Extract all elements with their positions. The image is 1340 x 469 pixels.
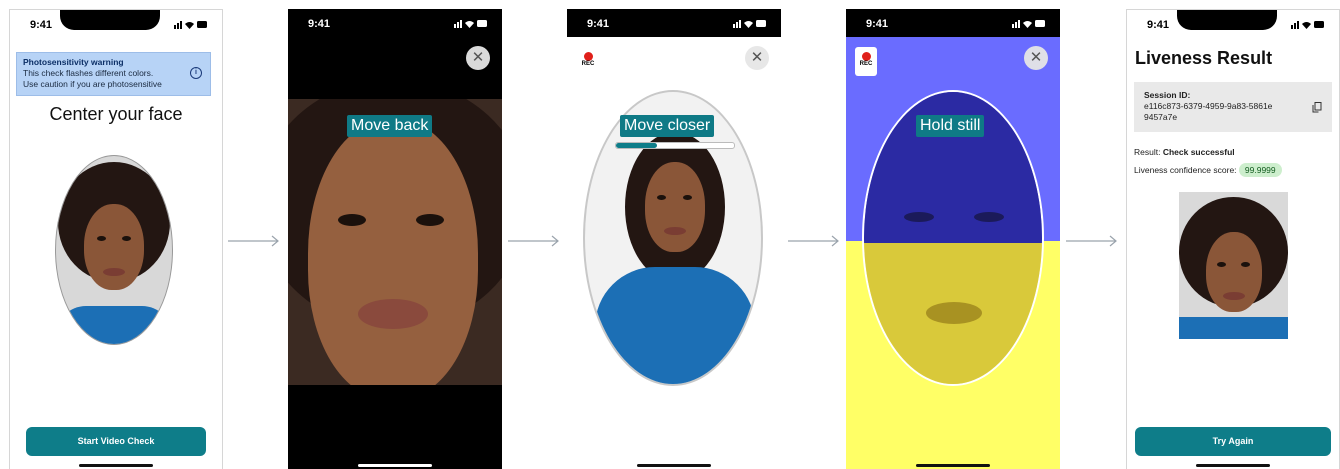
status-time: 9:41: [308, 18, 331, 30]
result-value: Check successful: [1162, 147, 1235, 157]
info-icon[interactable]: i: [190, 67, 202, 79]
rec-label: REC: [859, 61, 873, 67]
lips: [926, 302, 982, 324]
close-icon: ✕: [1029, 49, 1043, 66]
status-icons: [174, 21, 207, 29]
close-icon: ✕: [750, 49, 764, 66]
flow-arrow-icon: [788, 235, 839, 247]
result-label: Result:: [1134, 147, 1163, 157]
screen-hold-still: 9:41 REC ✕ Hold still: [846, 9, 1060, 469]
status-icons: [1012, 20, 1045, 28]
lips: [664, 227, 686, 235]
face: [308, 119, 478, 385]
page-heading: Center your face: [49, 104, 183, 124]
eye: [904, 212, 934, 222]
status-bar: 9:41: [288, 9, 502, 37]
warning-line: This check flashes different colors.: [23, 68, 154, 78]
notch: [60, 10, 160, 30]
score-row: Liveness confidence score: 99.9999: [1134, 163, 1282, 177]
photosensitivity-warning: Photosensitivity warning This check flas…: [16, 52, 211, 96]
eye: [1217, 262, 1226, 267]
eye: [683, 195, 692, 200]
close-button[interactable]: ✕: [466, 46, 490, 70]
face: [1206, 232, 1262, 312]
status-icons: [454, 20, 487, 28]
session-label: Session ID:: [1144, 90, 1191, 100]
status-time: 9:41: [1147, 19, 1170, 31]
recording-indicator: REC: [855, 47, 877, 76]
close-icon: ✕: [471, 49, 485, 66]
record-dot-icon: [861, 52, 871, 61]
lips: [1223, 292, 1245, 300]
flow-arrow-icon: [508, 235, 559, 247]
recording-indicator: REC: [581, 52, 595, 67]
flow-arrow-icon: [228, 235, 279, 247]
face: [84, 204, 144, 290]
score-badge: 99.9999: [1238, 163, 1282, 177]
lips: [103, 268, 125, 276]
eye: [657, 195, 666, 200]
home-indicator: [358, 464, 432, 467]
screen-move-closer: 9:41 REC ✕ Move closer: [567, 9, 781, 469]
close-button[interactable]: ✕: [1024, 46, 1048, 70]
try-again-button[interactable]: Try Again: [1135, 427, 1331, 456]
home-indicator: [1196, 464, 1270, 467]
screen-liveness-result: 9:41 Liveness Result Session ID: e116c87…: [1126, 9, 1340, 469]
flow-arrow-icon: [1066, 235, 1117, 247]
status-time: 9:41: [30, 19, 53, 31]
notch: [1177, 10, 1277, 30]
screen-center-face: 9:41 Photosensitivity warning This check…: [9, 9, 223, 469]
status-time: 9:41: [866, 18, 889, 30]
status-bar: 9:41: [1127, 10, 1339, 38]
camera-preview: [288, 99, 502, 385]
session-id: 9457a7e: [1144, 112, 1178, 122]
session-box: Session ID: e116c873-6379-4959-9a83-5861…: [1134, 82, 1332, 132]
start-video-check-button[interactable]: Start Video Check: [26, 427, 206, 456]
guidance-hint: Move closer: [620, 115, 715, 137]
warning-title: Photosensitivity warning: [23, 57, 124, 67]
warning-line: Use caution if you are photosensitive: [23, 79, 162, 89]
rec-label: REC: [581, 61, 595, 67]
score-label: Liveness confidence score:: [1134, 165, 1239, 175]
eye: [1241, 262, 1250, 267]
face-oval: [55, 155, 173, 345]
result-photo: [1179, 192, 1288, 339]
home-indicator: [637, 464, 711, 467]
eye: [122, 236, 131, 241]
progress-track: [615, 142, 735, 149]
status-time: 9:41: [587, 18, 610, 30]
page-title: Liveness Result: [1135, 48, 1273, 68]
shirt: [1179, 317, 1288, 339]
face: [645, 162, 705, 252]
status-icons: [1291, 21, 1324, 29]
eye: [338, 214, 366, 226]
result-row: Result: Check successful: [1134, 147, 1235, 157]
screen-move-back: 9:41 ✕ Move back: [288, 9, 502, 469]
guidance-hint: Hold still: [916, 115, 985, 137]
progress-fill: [616, 143, 658, 148]
session-id: e116c873-6379-4959-9a83-5861e: [1144, 101, 1273, 111]
eye: [974, 212, 1004, 222]
copy-icon[interactable]: [1312, 102, 1322, 113]
home-indicator: [79, 464, 153, 467]
shirt: [595, 267, 755, 384]
shirt: [56, 306, 172, 344]
lips: [358, 299, 428, 329]
eye: [97, 236, 106, 241]
status-bar: 9:41: [846, 9, 1060, 37]
status-icons: [733, 20, 766, 28]
status-bar: 9:41: [567, 9, 781, 37]
status-bar: 9:41: [10, 10, 222, 38]
guidance-hint: Move back: [347, 115, 433, 137]
eye: [416, 214, 444, 226]
close-button[interactable]: ✕: [745, 46, 769, 70]
home-indicator: [916, 464, 990, 467]
record-dot-icon: [583, 52, 593, 61]
